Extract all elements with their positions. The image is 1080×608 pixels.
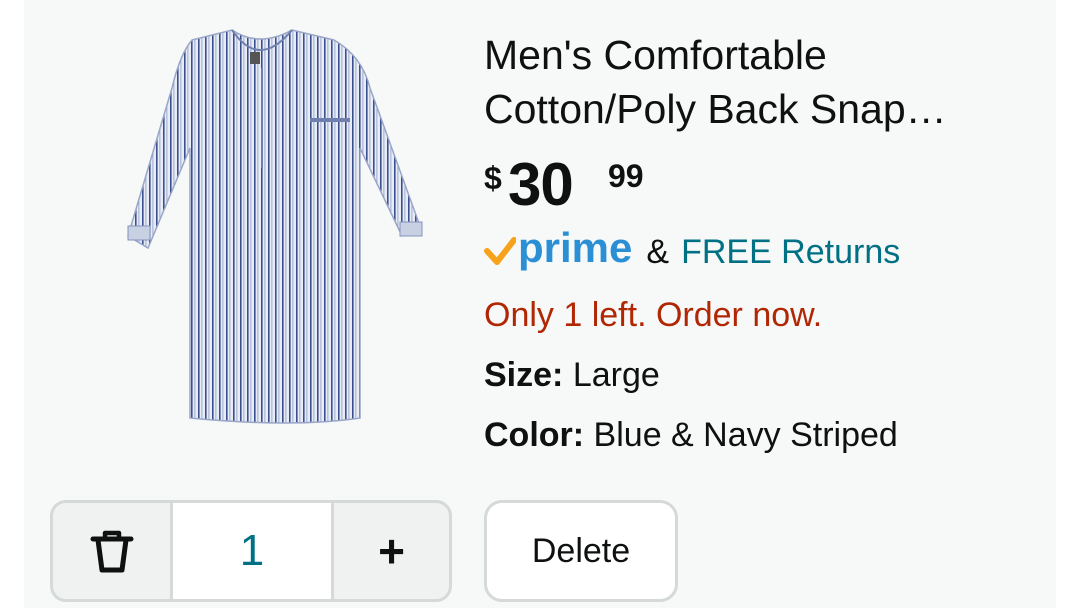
quantity-value[interactable]: 1 xyxy=(170,503,334,599)
size-value: Large xyxy=(572,356,660,394)
prime-label: prime xyxy=(518,224,633,271)
delete-button[interactable]: Delete xyxy=(484,500,678,602)
remove-item-button[interactable] xyxy=(53,503,170,599)
size-label: Size: xyxy=(484,356,564,394)
stock-message: Only 1 left. Order now. xyxy=(484,296,823,334)
price-whole: 30 xyxy=(508,151,574,218)
color-value: Blue & Navy Striped xyxy=(593,416,898,454)
prime-logo: prime xyxy=(484,224,632,276)
increment-button[interactable]: + xyxy=(334,503,449,599)
prime-check-icon xyxy=(484,237,516,265)
size-attribute: Size: Large xyxy=(484,356,1044,400)
ampersand: & xyxy=(646,232,670,271)
product-info: Men's Comfortable Cotton/Poly Back Snap…… xyxy=(484,28,1044,460)
cart-item-card: Men's Comfortable Cotton/Poly Back Snap…… xyxy=(24,0,1056,608)
color-label: Color: xyxy=(484,416,585,454)
trash-icon xyxy=(90,530,133,573)
color-attribute: Color: Blue & Navy Striped xyxy=(484,416,1044,460)
price-currency-symbol: $ xyxy=(484,160,502,196)
product-price: $ 30 99 xyxy=(484,151,1044,218)
product-image[interactable] xyxy=(114,18,434,438)
product-title[interactable]: Men's Comfortable Cotton/Poly Back Snap… xyxy=(484,28,1024,136)
free-returns-link[interactable]: FREE Returns xyxy=(681,233,900,272)
price-fraction: 99 xyxy=(608,158,644,194)
quantity-stepper: 1 + xyxy=(50,500,452,602)
delivery-row: prime & FREE Returns xyxy=(484,224,1044,276)
